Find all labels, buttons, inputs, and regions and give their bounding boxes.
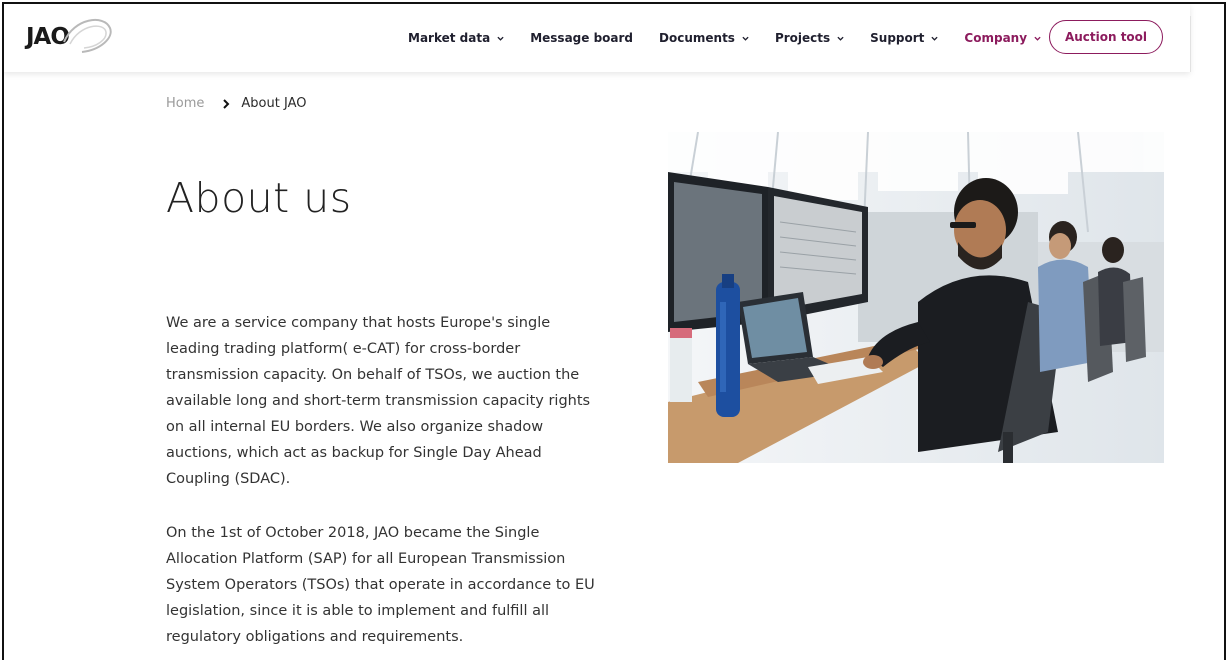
sap-paragraph: On the 1st of October 2018, JAO became t… [166,525,595,645]
intro-paragraph: We are a service company that hosts Euro… [166,315,591,487]
nav-label: Message board [530,31,634,45]
page-frame: JAO Market data Message board Documents … [2,2,1226,660]
chevron-down-icon [497,36,504,41]
logo-swoosh-icon [63,19,112,53]
top-navbar: JAO Market data Message board Documents … [4,4,1190,72]
office-photo [668,132,1164,463]
header-divider [1190,16,1191,72]
breadcrumb-home-link[interactable]: Home [166,96,204,111]
chevron-down-icon [837,36,844,41]
chevron-down-icon [1034,36,1041,41]
nav-label: Projects [774,31,831,45]
nav-label: Support [870,31,925,45]
main-nav: Market data Message board Documents Proj… [408,4,1067,72]
nav-market-data[interactable]: Market data [408,31,504,45]
nav-label: Documents [659,31,735,45]
breadcrumb-current: About JAO [241,96,307,111]
office-illustration [668,132,1164,463]
nav-projects[interactable]: Projects [775,31,844,45]
page-title: About us [166,174,352,222]
breadcrumb: Home About JAO [166,96,306,111]
nav-label: Company [964,31,1028,45]
auction-tool-button[interactable]: Auction tool [1049,20,1163,54]
nav-documents[interactable]: Documents [659,31,749,45]
jao-logo[interactable]: JAO [26,18,126,58]
nav-company[interactable]: Company [964,31,1041,45]
chevron-down-icon [931,36,939,41]
nav-support[interactable]: Support [870,31,939,45]
chevron-down-icon [742,36,749,41]
nav-label: Market data [408,31,491,45]
nav-message-board[interactable]: Message board [530,31,633,45]
chevron-right-icon [223,98,230,109]
